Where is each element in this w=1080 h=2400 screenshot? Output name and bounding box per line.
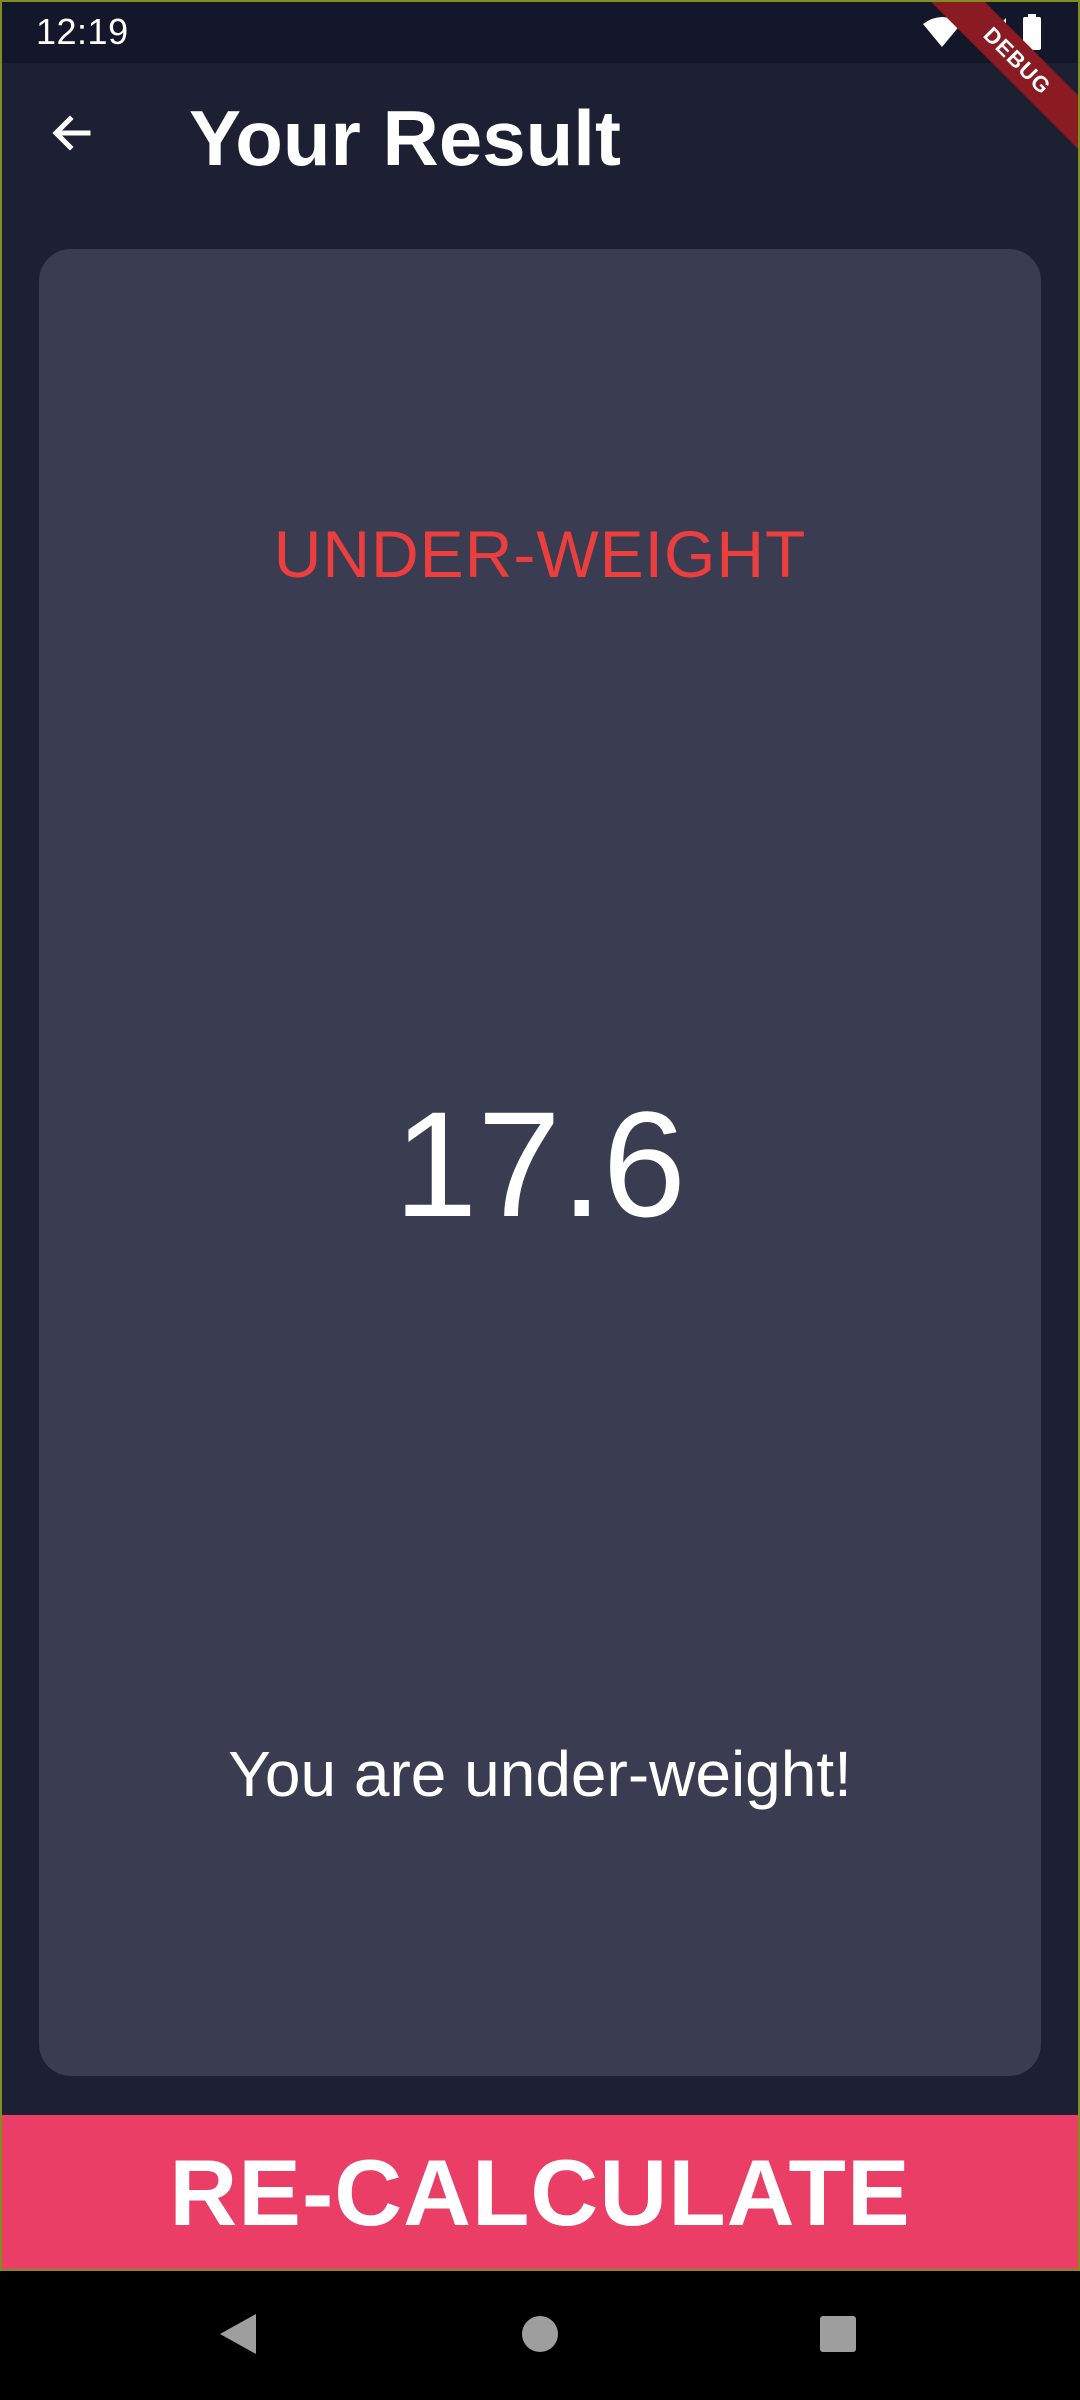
result-status-label: UNDER-WEIGHT	[273, 517, 807, 591]
app-bar: Your Result	[0, 63, 1080, 210]
status-time: 12:19	[36, 11, 129, 52]
result-screen: 12:19 Your Result DEBUG UNDER-WEIGHT 17.…	[0, 0, 1080, 2400]
system-navigation-bar	[0, 2271, 1080, 2400]
bmi-value: 17.6	[394, 1080, 686, 1248]
back-button[interactable]	[36, 99, 108, 171]
cellular-signal-icon	[976, 16, 1008, 48]
battery-icon	[1022, 14, 1042, 50]
status-bar: 12:19	[0, 0, 1080, 63]
status-icons	[922, 12, 1042, 52]
result-message: You are under-weight!	[228, 1738, 852, 1810]
nav-home-icon	[520, 2314, 560, 2359]
arrow-back-icon	[48, 109, 96, 162]
result-card: UNDER-WEIGHT 17.6 You are under-weight!	[39, 249, 1041, 2076]
recalculate-button[interactable]: RE-CALCULATE	[0, 2115, 1080, 2271]
nav-home-button[interactable]	[505, 2301, 575, 2371]
nav-back-icon	[216, 2310, 260, 2363]
page-title: Your Result	[189, 94, 621, 182]
nav-back-button[interactable]	[203, 2301, 273, 2371]
wifi-icon	[922, 16, 962, 48]
nav-recents-icon	[818, 2314, 858, 2359]
nav-recents-button[interactable]	[803, 2301, 873, 2371]
